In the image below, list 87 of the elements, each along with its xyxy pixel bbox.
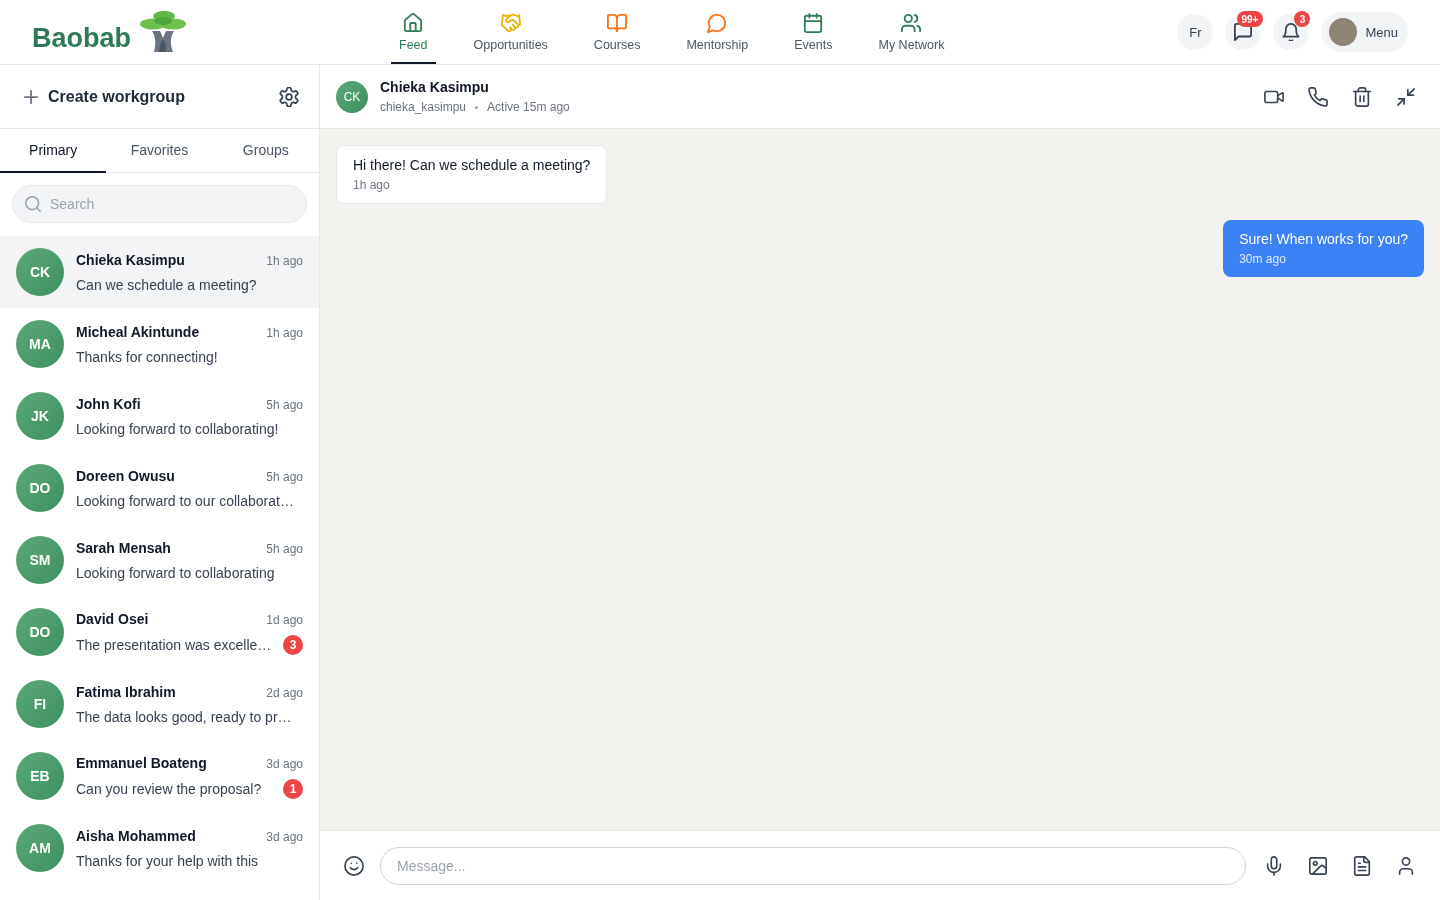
- conversation-item[interactable]: CK Chieka Kasimpu 1h ago Can we schedule a meeting?: [0, 236, 319, 308]
- nav-tab[interactable]: My Network: [870, 0, 953, 64]
- message-preview: Looking forward to our collaborat…: [76, 491, 294, 510]
- avatar: FI: [16, 680, 64, 728]
- message-time: 1h ago: [353, 178, 391, 193]
- contact-name: David Osei: [76, 609, 149, 628]
- person-icon: [1396, 855, 1416, 876]
- message-preview: Can you review the proposal?: [76, 779, 262, 798]
- message-preview: Thanks for connecting!: [76, 347, 218, 366]
- message-time: 5h ago: [266, 396, 303, 414]
- message-preview: Looking forward to collaborating: [76, 563, 275, 582]
- tab[interactable]: Favorites: [106, 129, 213, 173]
- contact-name: Micheal Akintunde: [76, 322, 200, 341]
- message-time: 1h ago: [266, 324, 303, 342]
- message-preview: The presentation was excelle…: [76, 635, 272, 654]
- avatar: MA: [16, 320, 64, 368]
- message-time: 5h ago: [266, 540, 303, 558]
- conversation-item[interactable]: EB Emmanuel Boateng 3d ago Can you review the proposal? 1: [0, 740, 319, 812]
- message-text: Sure! When works for you?: [1239, 230, 1408, 248]
- settings-icon: [279, 86, 299, 107]
- conversation-item[interactable]: DO David Osei 1d ago The presentation was excelle… 3: [0, 596, 319, 668]
- search-field[interactable]: Search: [12, 185, 307, 223]
- notifications-button[interactable]: [1273, 14, 1310, 50]
- message-preview: Looking forward to collaborating!: [76, 419, 279, 438]
- nav-tab[interactable]: Opportunities: [465, 0, 556, 64]
- tree-icon: [140, 11, 186, 52]
- avatar: SM: [16, 536, 64, 584]
- search-icon: [25, 196, 41, 212]
- message-time: 2d ago: [266, 684, 303, 702]
- nav-tab[interactable]: Mentorship: [678, 0, 757, 64]
- unread-badge: 1: [283, 778, 303, 799]
- contact-name: John Kofi: [76, 394, 141, 413]
- language-button[interactable]: Fr: [1177, 14, 1214, 50]
- message-time: 3d ago: [266, 755, 303, 773]
- contact-name: Chieka Kasimpu: [76, 250, 185, 269]
- avatar-placeholder: [1329, 18, 1358, 46]
- smiley-icon: [344, 855, 364, 876]
- conversation-item[interactable]: SM Sarah Mensah 5h ago Looking forward to collaborating: [0, 524, 319, 596]
- microphone-icon: [1264, 855, 1284, 876]
- unread-badge: 3: [283, 634, 303, 655]
- message-preview: Thanks for your help with this: [76, 851, 259, 870]
- avatar: JK: [16, 392, 64, 440]
- contact-name: Chieka Kasimpu: [380, 78, 490, 96]
- count-badge: 99+: [1236, 11, 1264, 27]
- message-text: Hi there! Can we schedule a meeting?: [353, 156, 591, 174]
- phone-icon: [1308, 86, 1328, 107]
- separator-dot-icon: [475, 105, 479, 109]
- minimize-icon: [1396, 86, 1416, 107]
- logo-text: Baobab: [32, 24, 131, 52]
- bell-icon: [1282, 23, 1301, 41]
- contact-name: Doreen Owusu: [76, 466, 175, 485]
- conversation-item[interactable]: AM Aisha Mohammed 3d ago Thanks for your help with this: [0, 812, 319, 884]
- create-workgroup-button[interactable]: Create workgroup: [16, 81, 193, 112]
- contact-name: Sarah Mensah: [76, 538, 171, 557]
- avatar: DO: [16, 464, 64, 512]
- avatar: CK: [336, 80, 368, 113]
- message-time: 1d ago: [266, 611, 303, 629]
- avatar: DO: [16, 608, 64, 656]
- contact-name: Emmanuel Boateng: [76, 753, 207, 772]
- plus-icon: [24, 89, 38, 104]
- avatar: EB: [16, 752, 64, 800]
- message-preview: Can we schedule a meeting?: [76, 275, 257, 294]
- message-preview: The data looks good, ready to pr…: [76, 707, 292, 726]
- nav-tab[interactable]: Events: [786, 0, 841, 64]
- nav-tab[interactable]: Courses: [585, 0, 649, 64]
- tab[interactable]: Primary: [0, 129, 107, 173]
- status-text: Active 15m ago: [487, 99, 570, 115]
- conversation-item[interactable]: FI Fatima Ibrahim 2d ago The data looks good, ready to pr…: [0, 668, 319, 740]
- message-time: 3d ago: [266, 828, 303, 846]
- document-icon: [1352, 855, 1372, 876]
- count-badge: 3: [1294, 11, 1311, 27]
- image-icon: [1308, 855, 1328, 876]
- conversation-item[interactable]: JK John Kofi 5h ago Looking forward to collaborating!: [0, 380, 319, 452]
- menu-button[interactable]: Menu: [1321, 12, 1408, 52]
- avatar: AM: [16, 824, 64, 872]
- username: chieka_kasimpu: [380, 99, 467, 115]
- trash-icon: [1352, 86, 1372, 107]
- avatar: CK: [16, 248, 64, 296]
- tab[interactable]: Groups: [212, 129, 319, 173]
- contact-name: Aisha Mohammed: [76, 826, 196, 845]
- contact-name: Fatima Ibrahim: [76, 682, 176, 701]
- message-time: 30m ago: [1239, 252, 1287, 267]
- conversation-item[interactable]: MA Micheal Akintunde 1h ago Thanks for connecting!: [0, 308, 319, 380]
- message-time: 5h ago: [266, 468, 303, 486]
- message-input[interactable]: Message...: [380, 846, 1246, 885]
- conversation-item[interactable]: DO Doreen Owusu 5h ago Looking forward to our collaborat…: [0, 452, 319, 524]
- message-time: 1h ago: [266, 252, 303, 270]
